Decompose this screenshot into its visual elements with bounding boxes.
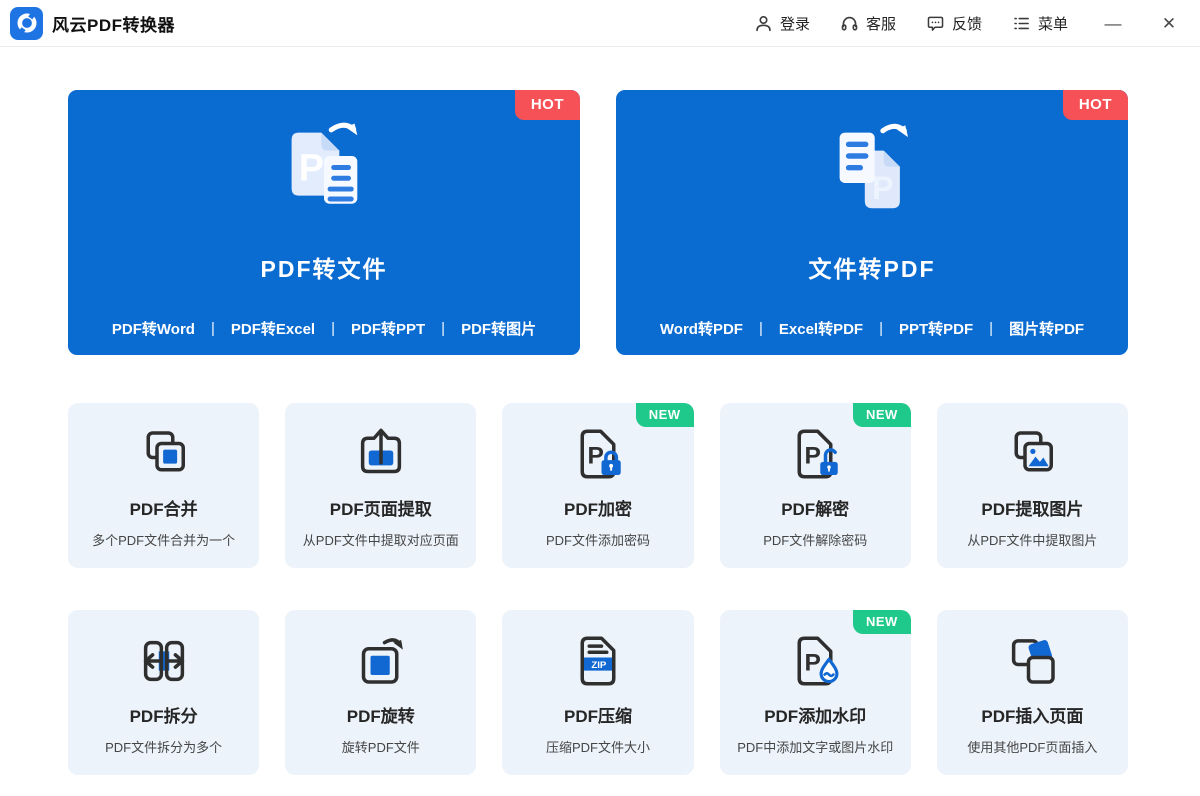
feature-card-pdf-decrypt[interactable]: NEW P PDF解密 PDF文件解除密码	[720, 403, 911, 568]
merge-icon	[136, 426, 192, 482]
feature-title: PDF加密	[564, 495, 632, 520]
link-image-to-pdf[interactable]: 图片转PDF	[1009, 318, 1084, 339]
separator: |	[331, 320, 335, 337]
rotate-icon	[353, 633, 409, 689]
hot-badge: HOT	[1063, 90, 1128, 120]
feature-title: PDF旋转	[347, 702, 415, 727]
menu-button[interactable]: 菜单	[1012, 13, 1068, 34]
feature-title: PDF插入页面	[981, 702, 1083, 727]
feature-title: PDF合并	[130, 495, 198, 520]
link-pdf-to-excel[interactable]: PDF转Excel	[231, 318, 315, 339]
feature-title: PDF解密	[781, 495, 849, 520]
svg-text:P: P	[805, 443, 821, 470]
file-to-pdf-card[interactable]: HOT P 文件转PDF Word转PDF | Excel转PDF	[616, 90, 1128, 355]
encrypt-icon: P	[570, 426, 626, 482]
feature-subtitle: PDF中添加文字或图片水印	[737, 737, 893, 756]
feature-title: PDF添加水印	[764, 702, 866, 727]
brand: 风云PDF转换器	[10, 7, 175, 40]
pdf-to-file-icon: P	[270, 117, 378, 222]
hero-links: Word转PDF | Excel转PDF | PPT转PDF | 图片转PDF	[660, 318, 1084, 339]
login-label: 登录	[780, 13, 810, 34]
user-icon	[754, 14, 773, 33]
hero-title: 文件转PDF	[809, 250, 936, 284]
feature-card-pdf-merge[interactable]: PDF合并 多个PDF文件合并为一个	[68, 403, 259, 568]
feature-subtitle: PDF文件解除密码	[763, 530, 867, 549]
service-label: 客服	[866, 13, 896, 34]
insert-page-icon	[1004, 633, 1060, 689]
split-icon	[136, 633, 192, 689]
feature-title: PDF页面提取	[330, 495, 432, 520]
pdf-to-file-card[interactable]: HOT P PDF转文件 PDF转Word |	[68, 90, 580, 355]
feature-card-pdf-insert-page[interactable]: PDF插入页面 使用其他PDF页面插入	[937, 610, 1128, 775]
feature-subtitle: 从PDF文件中提取图片	[967, 530, 1097, 549]
feature-card-pdf-encrypt[interactable]: NEW P PDF加密 PDF文件添加密码	[502, 403, 693, 568]
feature-subtitle: PDF文件拆分为多个	[105, 737, 222, 756]
separator: |	[211, 320, 215, 337]
feature-card-pdf-rotate[interactable]: PDF旋转 旋转PDF文件	[285, 610, 476, 775]
hero-cards: HOT P PDF转文件 PDF转Word |	[68, 90, 1128, 355]
decrypt-icon: P	[787, 426, 843, 482]
feature-subtitle: 使用其他PDF页面插入	[967, 737, 1097, 756]
svg-text:ZIP: ZIP	[591, 660, 607, 671]
file-to-pdf-icon: P	[818, 117, 926, 222]
feature-title: PDF压缩	[564, 702, 632, 727]
watermark-icon: P	[787, 633, 843, 689]
feature-card-pdf-watermark[interactable]: NEW P PDF添加水印 PDF中添加文字或图片水印	[720, 610, 911, 775]
feature-subtitle: 从PDF文件中提取对应页面	[303, 530, 459, 549]
feature-subtitle: 压缩PDF文件大小	[546, 737, 650, 756]
app-logo-icon	[10, 7, 43, 40]
feature-subtitle: PDF文件添加密码	[546, 530, 650, 549]
login-button[interactable]: 登录	[754, 13, 810, 34]
close-button[interactable]: ✕	[1158, 15, 1180, 32]
separator: |	[759, 320, 763, 337]
svg-text:P: P	[872, 170, 894, 206]
link-word-to-pdf[interactable]: Word转PDF	[660, 318, 743, 339]
svg-text:P: P	[299, 147, 324, 189]
main-content: HOT P PDF转文件 PDF转Word |	[0, 47, 1200, 775]
customer-service-button[interactable]: 客服	[840, 13, 896, 34]
link-pdf-to-ppt[interactable]: PDF转PPT	[351, 318, 425, 339]
app-title: 风云PDF转换器	[52, 11, 175, 36]
new-badge: NEW	[636, 403, 694, 427]
feature-card-pdf-split[interactable]: PDF拆分 PDF文件拆分为多个	[68, 610, 259, 775]
feature-grid: PDF合并 多个PDF文件合并为一个 PDF页面提取 从PDF文件中提取对应页面…	[68, 403, 1128, 775]
feature-card-pdf-extract-image[interactable]: PDF提取图片 从PDF文件中提取图片	[937, 403, 1128, 568]
feature-card-pdf-compress[interactable]: ZIP PDF压缩 压缩PDF文件大小	[502, 610, 693, 775]
separator: |	[879, 320, 883, 337]
separator: |	[989, 320, 993, 337]
feature-subtitle: 旋转PDF文件	[342, 737, 420, 756]
feedback-icon	[926, 14, 945, 33]
extract-image-icon	[1004, 426, 1060, 482]
feedback-label: 反馈	[952, 13, 982, 34]
separator: |	[441, 320, 445, 337]
link-pdf-to-image[interactable]: PDF转图片	[461, 318, 536, 339]
new-badge: NEW	[853, 610, 911, 634]
headset-icon	[840, 14, 859, 33]
link-excel-to-pdf[interactable]: Excel转PDF	[779, 318, 863, 339]
link-ppt-to-pdf[interactable]: PPT转PDF	[899, 318, 973, 339]
hero-links: PDF转Word | PDF转Excel | PDF转PPT | PDF转图片	[112, 318, 536, 339]
hot-badge: HOT	[515, 90, 580, 120]
compress-icon: ZIP	[570, 633, 626, 689]
feature-title: PDF提取图片	[981, 495, 1083, 520]
menu-icon	[1012, 14, 1031, 33]
feature-title: PDF拆分	[130, 702, 198, 727]
feedback-button[interactable]: 反馈	[926, 13, 982, 34]
feature-subtitle: 多个PDF文件合并为一个	[92, 530, 235, 549]
feature-card-pdf-page-extract[interactable]: PDF页面提取 从PDF文件中提取对应页面	[285, 403, 476, 568]
svg-text:P: P	[587, 443, 603, 470]
menu-label: 菜单	[1038, 13, 1068, 34]
extract-page-icon	[353, 426, 409, 482]
minimize-button[interactable]: —	[1102, 15, 1124, 32]
hero-title: PDF转文件	[261, 250, 388, 284]
link-pdf-to-word[interactable]: PDF转Word	[112, 318, 195, 339]
titlebar-actions: 登录 客服 反馈	[724, 13, 1180, 34]
titlebar: 风云PDF转换器 登录 客服	[0, 0, 1200, 47]
new-badge: NEW	[853, 403, 911, 427]
svg-text:P: P	[805, 650, 821, 677]
